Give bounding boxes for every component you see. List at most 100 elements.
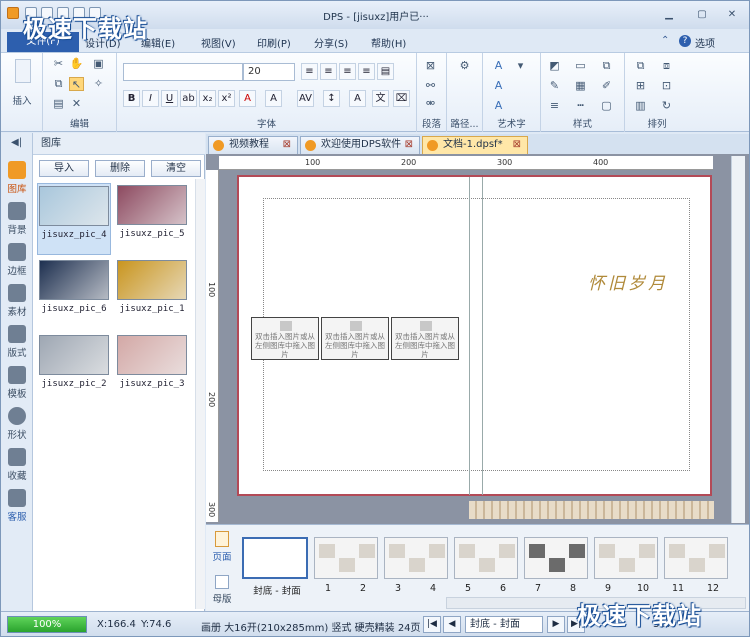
strip-item-gallery[interactable]: 图库 [1,161,33,195]
page-thumbnail[interactable] [384,537,448,579]
underline-icon[interactable]: U [161,90,178,107]
menu-options[interactable]: 选项 [695,35,715,50]
page-thumbnail[interactable] [314,537,378,579]
bring-front-icon[interactable]: ⧉ [633,59,648,73]
art-style-icon[interactable]: ▾ [513,59,528,73]
art-shadow-icon[interactable]: A [491,99,506,113]
line-color-icon[interactable]: ✎ [547,79,562,93]
cut-icon[interactable]: ✂ [51,57,66,71]
hand-icon[interactable]: ✋ [69,57,84,71]
master-tab[interactable]: 母版 [206,575,238,605]
close-tab-icon[interactable]: ⊠ [513,137,521,153]
gallery-thumbnail[interactable]: jisuxz_pic_4 [37,183,111,255]
brush-icon[interactable]: ✐ [599,79,614,93]
strip-item-favorite[interactable]: 收藏 [1,448,33,482]
text-direction-icon[interactable]: 文 [372,90,389,107]
strip-item-layout[interactable]: 版式 [1,325,33,359]
font-size-select[interactable]: 20 [243,63,295,81]
unlink-icon[interactable]: ⚮ [423,97,438,111]
collapse-icon[interactable]: ⌃ [661,35,669,46]
strip-item-shape[interactable]: 形状 [1,407,33,441]
align-center-icon[interactable]: ≡ [320,63,337,80]
art-text-icon[interactable]: A [491,59,506,73]
collapse-panel-icon[interactable]: ◀| [11,137,22,148]
gallery-thumbnail[interactable]: jisuxz_pic_5 [115,183,189,255]
paste-icon[interactable]: ▤ [51,97,66,111]
fill-icon[interactable]: ◩ [547,59,562,73]
strip-item-background[interactable]: 背景 [1,202,33,236]
image-placeholder[interactable]: 双击插入图片或从左侧图库中拖入图片 [251,317,319,360]
align-right-icon[interactable]: ≡ [339,63,356,80]
gallery-thumbnail[interactable]: jisuxz_pic_1 [115,258,189,330]
image-placeholder[interactable]: 双击插入图片或从左侧图库中拖入图片 [321,317,389,360]
italic-icon[interactable]: I [142,90,159,107]
image-icon[interactable]: ▣ [91,57,106,71]
grow-font-icon[interactable]: A [349,90,366,107]
group-icon[interactable]: ⊞ [633,79,648,93]
bold-icon[interactable]: B [123,90,140,107]
dash-icon[interactable]: ┅ [573,99,588,113]
gallery-thumbnail[interactable]: jisuxz_pic_6 [37,258,111,330]
menu-print[interactable]: 印刷(P) [257,35,291,50]
path-icon[interactable]: ⚙ [457,59,472,73]
page-thumbnail[interactable] [664,537,728,579]
highlight-icon[interactable]: A [265,90,282,107]
strip-item-border[interactable]: 边框 [1,243,33,277]
strip-item-template[interactable]: 模板 [1,366,33,400]
opacity-icon[interactable]: ▢ [599,99,614,113]
font-color-icon[interactable]: A [239,90,256,107]
close-tab-icon[interactable]: ⊠ [283,137,291,153]
line-style-icon[interactable]: ≡ [547,99,562,113]
image-placeholder[interactable]: 双击插入图片或从左侧图库中拖入图片 [391,317,459,360]
magic-icon[interactable]: ✧ [91,77,106,91]
font-name-select[interactable] [123,63,243,81]
import-button[interactable]: 导入 [39,160,89,177]
subscript-icon[interactable]: x₂ [199,90,216,107]
close-tab-icon[interactable]: ⊠ [405,137,413,153]
page-thumbnail[interactable] [594,537,658,579]
line-spacing-icon[interactable]: ↕ [323,90,340,107]
gallery-scrollbar[interactable] [195,179,205,609]
menu-view[interactable]: 视图(V) [201,35,236,50]
char-spacing-icon[interactable]: AV [297,90,314,107]
clear-format-icon[interactable]: ⌧ [393,90,410,107]
ungroup-icon[interactable]: ⊡ [659,79,674,93]
menu-help[interactable]: 帮助(H) [371,35,406,50]
next-page-button[interactable]: ▶ [547,616,565,633]
pointer-icon[interactable]: ↖ [69,77,84,91]
clear-button[interactable]: 清空 [151,160,201,177]
tab-video-tutorial[interactable]: 视频教程 ⊠ [208,136,298,154]
distribute-icon[interactable]: ▤ [377,63,394,80]
pages-tab[interactable]: 页面 [206,531,238,563]
minimize-button[interactable]: ▁ [656,7,682,23]
border-icon[interactable]: ▭ [573,59,588,73]
gallery-thumbnail[interactable]: jisuxz_pic_2 [37,333,111,405]
insert-button[interactable]: 插入 [1,93,43,107]
strip-item-material[interactable]: 素材 [1,284,33,318]
gallery-thumbnail[interactable]: jisuxz_pic_3 [115,333,189,405]
maximize-button[interactable]: ▢ [689,7,715,23]
superscript-icon[interactable]: x² [218,90,235,107]
align-icon[interactable]: ▥ [633,99,648,113]
tab-welcome[interactable]: 欢迎使用DPS软件 ⊠ [300,136,420,154]
align-left-icon[interactable]: ≡ [301,63,318,80]
copy-style-icon[interactable]: ⧉ [599,59,614,73]
send-back-icon[interactable]: ⧈ [659,59,674,73]
calligraphy-text[interactable]: 怀旧岁月 [588,269,668,294]
strip-item-service[interactable]: 客服 [1,489,33,523]
cover-thumbnail[interactable] [242,537,308,579]
shadow-icon[interactable]: ▦ [573,79,588,93]
page-thumbnail[interactable] [524,537,588,579]
page-select[interactable]: 封底 - 封面 [465,616,543,633]
tab-document[interactable]: 文档-1.dpsf* ⊠ [422,136,528,154]
canvas-vertical-scrollbar[interactable] [731,156,745,523]
abc-icon[interactable]: ab [180,90,197,107]
link-icon[interactable]: ⚯ [423,79,438,93]
menu-share[interactable]: 分享(S) [314,35,348,50]
copy-icon[interactable]: ⧉ [51,77,66,91]
justify-icon[interactable]: ≡ [358,63,375,80]
delete-icon[interactable]: ✕ [69,97,84,111]
page-thumbnail[interactable] [454,537,518,579]
help-icon[interactable]: ? [679,35,691,47]
delete-button[interactable]: 删除 [95,160,145,177]
